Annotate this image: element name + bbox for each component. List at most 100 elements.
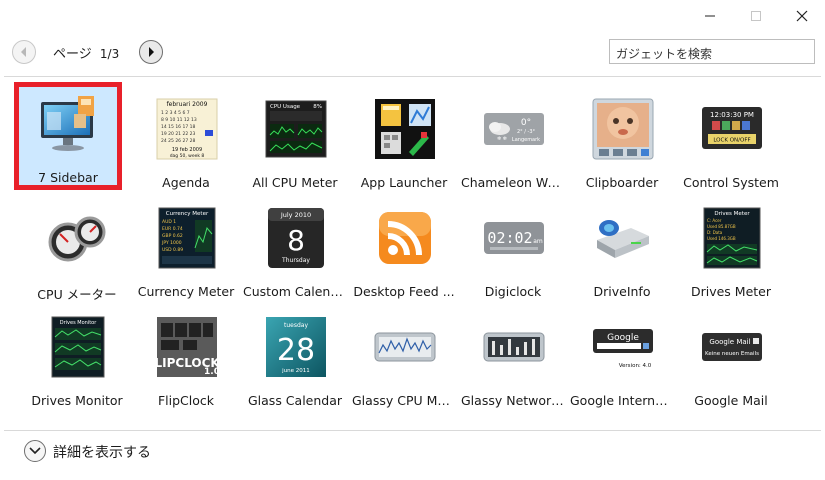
gadget-label: Control System [683, 175, 779, 190]
agenda-date-text: 19 feb 2009 [172, 147, 202, 153]
gadget-label: Desktop Feed ... [353, 284, 455, 299]
agenda-week-text: dag 50, week 8 [170, 153, 205, 159]
gadget-tile-drives-meter[interactable]: Drives Meter C: Acer Used 85.87GB D: Data… [677, 196, 785, 304]
google-search-icon: Google Version: 4.0 [593, 329, 653, 369]
svg-text:Used 146.3GB: Used 146.3GB [707, 236, 736, 241]
page-number: 1/3 [99, 47, 120, 61]
gadget-tile-currency-meter[interactable]: Currency Meter AUD 1 EUR 0.74 GBP 0.62 JPY… [132, 196, 240, 304]
bottom-divider [4, 430, 821, 431]
svg-text:❄ ❄: ❄ ❄ [497, 136, 507, 142]
gadget-label: Custom Calend... [243, 284, 349, 299]
glass-cal-weekday-text: tuesday [284, 322, 308, 329]
maximize-button[interactable] [733, 0, 779, 32]
gadget-tile-google-internal[interactable]: Google Version: 4.0 Google Interna... [568, 305, 676, 413]
monitor-icon [41, 96, 94, 151]
gadget-tile-glassy-cpu-monitor[interactable]: Glassy CPU Mo... [350, 305, 458, 413]
clipboard-icon [592, 98, 654, 160]
gadget-label: Currency Meter [137, 284, 235, 299]
svg-text:8 9 10 11 12 13: 8 9 10 11 12 13 [161, 117, 197, 123]
digiclock-time-text: 02:02 [487, 229, 532, 247]
cpu-percent-text: 8% [313, 104, 322, 110]
next-page-button[interactable] [139, 40, 163, 64]
show-details-label[interactable]: 詳細を表示する [53, 442, 151, 462]
calendar-icon: februari 2009 1 2 3 4 5 6 7 8 9 10 11 12… [156, 98, 218, 160]
gadget-tile-clipboarder[interactable]: Clipboarder [568, 87, 676, 195]
flip-clock-icon: FLIPCLOCK 1.0 [155, 317, 219, 377]
svg-text:JPY 1000: JPY 1000 [161, 240, 182, 246]
gadget-tile-control-system[interactable]: 12:03:30 PM LOCK ON/OFF Control System [677, 87, 785, 195]
maximize-icon [751, 11, 761, 21]
minimize-button[interactable] [687, 0, 733, 32]
gadget-tile-custom-calendar[interactable]: July 2010 8 Thursday Custom Calend... [241, 196, 349, 304]
svg-text:GBP 0.62: GBP 0.62 [162, 233, 183, 239]
google-logo-text: Google [607, 333, 639, 343]
gadget-label: Google Interna... [570, 393, 675, 408]
close-button[interactable] [779, 0, 825, 32]
gadget-label: Drives Meter [690, 284, 772, 299]
gadget-label: Glass Calendar [247, 393, 343, 408]
gallery-header: ページ 1/3 ガジェットを検索 [0, 36, 825, 70]
glassy-cpu-icon [374, 332, 436, 362]
digiclock-ampm-text: am [533, 238, 543, 245]
gadget-tile-all-cpu-meter[interactable]: CPU Usage 8% All CPU Meter [241, 87, 349, 195]
glass-cal-day-text: 28 [277, 333, 315, 368]
calendar-8-icon: July 2010 8 Thursday [268, 208, 324, 268]
gadget-tile-chameleon-weather[interactable]: 0° 2° / -3° Langemark ❄ ❄ Chameleon We..… [459, 87, 567, 195]
gadget-tile-agenda[interactable]: februari 2009 1 2 3 4 5 6 7 8 9 10 11 12… [132, 87, 240, 195]
app-launcher-icon [375, 99, 435, 159]
gadget-label: Clipboarder [585, 175, 659, 190]
window-controls [687, 0, 825, 32]
gadget-label: Digiclock [484, 284, 542, 299]
top-divider [4, 76, 821, 77]
cpu-title-text: CPU Usage [270, 104, 301, 110]
drives-meter-icon: Drives Meter C: AcerUsed 85.87GB D: Data… [703, 207, 761, 269]
search-input[interactable]: ガジェットを検索 [609, 39, 815, 64]
gadget-tile-glassy-network-monitor[interactable]: Glassy Network... [459, 305, 567, 413]
svg-text:14 15 16 17 18: 14 15 16 17 18 [161, 124, 195, 130]
svg-text:1 2 3 4 5 6 7: 1 2 3 4 5 6 7 [161, 110, 190, 116]
gadget-label: DriveInfo [593, 284, 651, 299]
gadget-tile-google-mail[interactable]: Google Mail Keine neuen Emails Google Ma… [677, 305, 785, 413]
previous-page-button[interactable] [12, 40, 36, 64]
google-version-text: Version: 4.0 [619, 363, 652, 369]
control-time-text: 12:03:30 PM [710, 111, 754, 119]
svg-text:D: Data: D: Data [707, 230, 723, 235]
chameleon-temp-text: 0° [521, 118, 531, 128]
gadget-label: CPU メーター [37, 287, 117, 302]
gauge-icon [48, 216, 106, 262]
page-prefix: ページ [53, 47, 92, 62]
gadget-tile-7-sidebar[interactable]: 7 Sidebar [14, 82, 122, 190]
svg-text:Used 85.87GB: Used 85.87GB [707, 224, 736, 229]
gadget-label: FlipClock [157, 393, 215, 408]
svg-text:19 20 21 22 23: 19 20 21 22 23 [161, 131, 195, 137]
gadget-label: 7 Sidebar [38, 170, 98, 185]
rss-icon [379, 212, 431, 264]
gadget-tile-drives-monitor[interactable]: Drives Monitor Drives Monitor [23, 305, 131, 413]
cpu-meter-icon: CPU Usage 8% [265, 100, 327, 158]
gadget-tile-driveinfo[interactable]: DriveInfo [568, 196, 676, 304]
minimize-icon [705, 15, 715, 17]
gadget-label: App Launcher [360, 175, 448, 190]
gadget-label: Glassy Network... [461, 393, 567, 408]
gadget-tile-flipclock[interactable]: FLIPCLOCK 1.0 FlipClock [132, 305, 240, 413]
drives-monitor-icon: Drives Monitor [51, 316, 105, 378]
digital-clock-icon: 02:02 am [484, 222, 544, 254]
gadget-tile-cpu-meter-jp[interactable]: CPU メーター [23, 196, 131, 304]
chameleon-range-text: 2° / -3° [517, 129, 536, 135]
gadget-label: Google Mail [694, 393, 768, 408]
svg-text:EUR 0.74: EUR 0.74 [162, 226, 183, 232]
gadget-tile-desktop-feed[interactable]: Desktop Feed ... [350, 196, 458, 304]
gadget-tile-glass-calendar[interactable]: tuesday 28 june 2011 Glass Calendar [241, 305, 349, 413]
gmail-sub-text: Keine neuen Emails [705, 351, 759, 357]
gadget-tile-app-launcher[interactable]: App Launcher [350, 87, 458, 195]
custom-cal-day-text: 8 [287, 224, 305, 257]
chevron-left-icon [21, 47, 26, 57]
agenda-month-text: februari 2009 [167, 101, 208, 108]
gadget-label: All CPU Meter [252, 175, 338, 190]
gadget-tile-digiclock[interactable]: 02:02 am Digiclock [459, 196, 567, 304]
control-system-icon: 12:03:30 PM LOCK ON/OFF [702, 107, 762, 149]
show-details-button[interactable] [24, 440, 46, 462]
chevron-down-icon [29, 447, 41, 455]
custom-cal-weekday-text: Thursday [281, 257, 310, 264]
svg-text:C: Acer: C: Acer [707, 218, 722, 223]
